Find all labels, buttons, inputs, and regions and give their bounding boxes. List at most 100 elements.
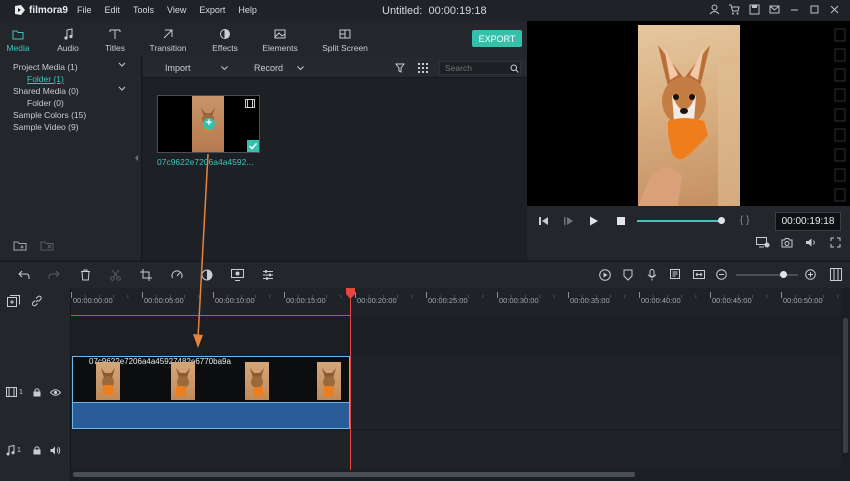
mail-icon[interactable] [769, 4, 780, 15]
cut-scissors-icon[interactable] [110, 269, 121, 281]
export-button[interactable]: EXPORT [472, 30, 522, 47]
delete-folder-icon[interactable] [40, 240, 54, 251]
step-back-icon[interactable] [563, 216, 575, 226]
chevron-down-icon[interactable] [118, 86, 126, 91]
filter-icon[interactable] [395, 63, 405, 73]
menu-file[interactable]: File [77, 5, 92, 15]
zoom-out-icon[interactable] [716, 269, 727, 280]
speed-icon[interactable] [171, 269, 183, 281]
chevron-down-icon[interactable] [118, 62, 126, 67]
close-icon[interactable] [829, 4, 840, 15]
tab-effects[interactable]: Effects [210, 27, 240, 53]
window-controls [709, 4, 840, 15]
microphone-icon[interactable] [647, 269, 657, 281]
rewind-icon[interactable] [537, 216, 549, 226]
audio-mixer-icon[interactable] [262, 269, 274, 281]
search-icon[interactable] [510, 64, 519, 73]
panel-columns-icon[interactable] [830, 268, 842, 281]
tab-titles[interactable]: Titles [103, 27, 127, 53]
mark-in-out-brackets[interactable]: { } [740, 215, 749, 226]
lock-icon[interactable] [33, 446, 41, 455]
tab-elements[interactable]: Elements [261, 27, 299, 53]
ruler-tick-label: 00:00:15:00 [286, 296, 326, 305]
color-icon[interactable] [201, 269, 213, 281]
new-folder-icon[interactable] [13, 240, 27, 251]
volume-icon[interactable] [805, 237, 817, 248]
preview-progress-knob[interactable] [718, 217, 725, 224]
playhead-handle-icon[interactable] [345, 288, 356, 300]
collapse-panel-icon[interactable] [135, 155, 139, 161]
ruler-tick-label: 00:00:20:00 [357, 296, 397, 305]
green-screen-icon[interactable] [231, 269, 244, 281]
window-title: Untitled: 00:00:19:18 [382, 5, 487, 17]
zoom-slider-knob[interactable] [779, 271, 787, 278]
tree-project-media[interactable]: Project Media (1) [13, 61, 86, 73]
delete-icon[interactable] [80, 269, 91, 281]
tab-transition[interactable]: Transition [148, 27, 188, 53]
timeline-horizontal-scrollbar[interactable] [71, 470, 841, 478]
scrollbar-thumb[interactable] [843, 318, 848, 453]
tab-audio[interactable]: Audio [55, 27, 81, 53]
tab-split-screen[interactable]: Split Screen [321, 27, 369, 53]
maximize-icon[interactable] [809, 4, 820, 15]
audio-waveform-clip[interactable] [72, 402, 350, 429]
video-track-icon [6, 387, 17, 397]
menu-edit[interactable]: Edit [105, 5, 121, 15]
stop-icon[interactable] [616, 216, 626, 226]
grid-view-icon[interactable] [418, 63, 428, 73]
preview-progress-track[interactable] [637, 217, 725, 224]
import-dropdown[interactable]: Import [165, 63, 228, 73]
crop-icon[interactable] [140, 269, 152, 281]
record-dropdown[interactable]: Record [254, 63, 304, 73]
menu-help[interactable]: Help [238, 5, 257, 15]
preview-progress-fill [637, 220, 721, 222]
tab-media[interactable]: Media [6, 27, 30, 53]
tree-shared-media[interactable]: Shared Media (0) [13, 85, 86, 97]
play-icon[interactable] [589, 216, 599, 226]
menu-export[interactable]: Export [199, 5, 225, 15]
add-track-icon[interactable] [7, 295, 20, 307]
lock-icon[interactable] [33, 388, 41, 397]
library-tree: Project Media (1) Folder (1) Shared Medi… [13, 61, 86, 133]
redo-icon[interactable] [48, 270, 60, 280]
save-icon[interactable] [749, 4, 760, 15]
tree-sample-video[interactable]: Sample Video (9) [13, 121, 86, 133]
preview-timecode: 00:00:19:18 [775, 212, 841, 231]
undo-icon[interactable] [18, 270, 30, 280]
media-thumbnail[interactable]: + [157, 95, 260, 153]
ruler-tick-label: 00:00:30:00 [499, 296, 539, 305]
tree-folder-0[interactable]: Folder (0) [13, 97, 86, 109]
link-icon[interactable] [31, 295, 43, 307]
zoom-in-icon[interactable] [805, 269, 816, 280]
tree-sample-colors[interactable]: Sample Colors (15) [13, 109, 86, 121]
tab-elements-label: Elements [262, 43, 298, 53]
snapshot-camera-icon[interactable] [781, 237, 793, 248]
eye-icon[interactable] [50, 389, 61, 396]
ruler-tick-label: 00:00:40:00 [641, 296, 681, 305]
render-preview-icon[interactable] [599, 269, 611, 281]
marker-shield-icon[interactable] [623, 269, 633, 281]
scrollbar-thumb[interactable] [73, 472, 635, 477]
timeline-toolbar [0, 261, 850, 288]
voiceover-list-icon[interactable] [670, 269, 682, 281]
fullscreen-icon[interactable] [830, 237, 841, 248]
tree-folder-1[interactable]: Folder (1) [13, 73, 86, 85]
display-settings-icon[interactable] [756, 237, 770, 248]
add-to-timeline-icon[interactable]: + [203, 118, 215, 130]
transition-icon [163, 29, 173, 39]
snap-icon[interactable] [693, 269, 705, 280]
minimize-icon[interactable] [789, 4, 800, 15]
cart-icon[interactable] [729, 4, 740, 15]
media-item-name[interactable]: 07c9622e7206a4a4592... [157, 157, 253, 167]
account-icon[interactable] [709, 4, 720, 15]
image-icon [274, 29, 286, 39]
menu-tools[interactable]: Tools [133, 5, 154, 15]
search-input[interactable] [439, 61, 521, 75]
speaker-icon[interactable] [50, 446, 61, 455]
playhead-line[interactable] [350, 288, 351, 471]
timeline-vertical-scrollbar[interactable] [841, 288, 850, 481]
ruler-tick-label: 00:00:35:00 [570, 296, 610, 305]
zoom-slider[interactable] [736, 271, 798, 278]
timeline-ruler[interactable]: 00:00:00:00 00:00:05:00 00:00:10:00 00:00:1… [71, 288, 850, 316]
menu-view[interactable]: View [167, 5, 186, 15]
